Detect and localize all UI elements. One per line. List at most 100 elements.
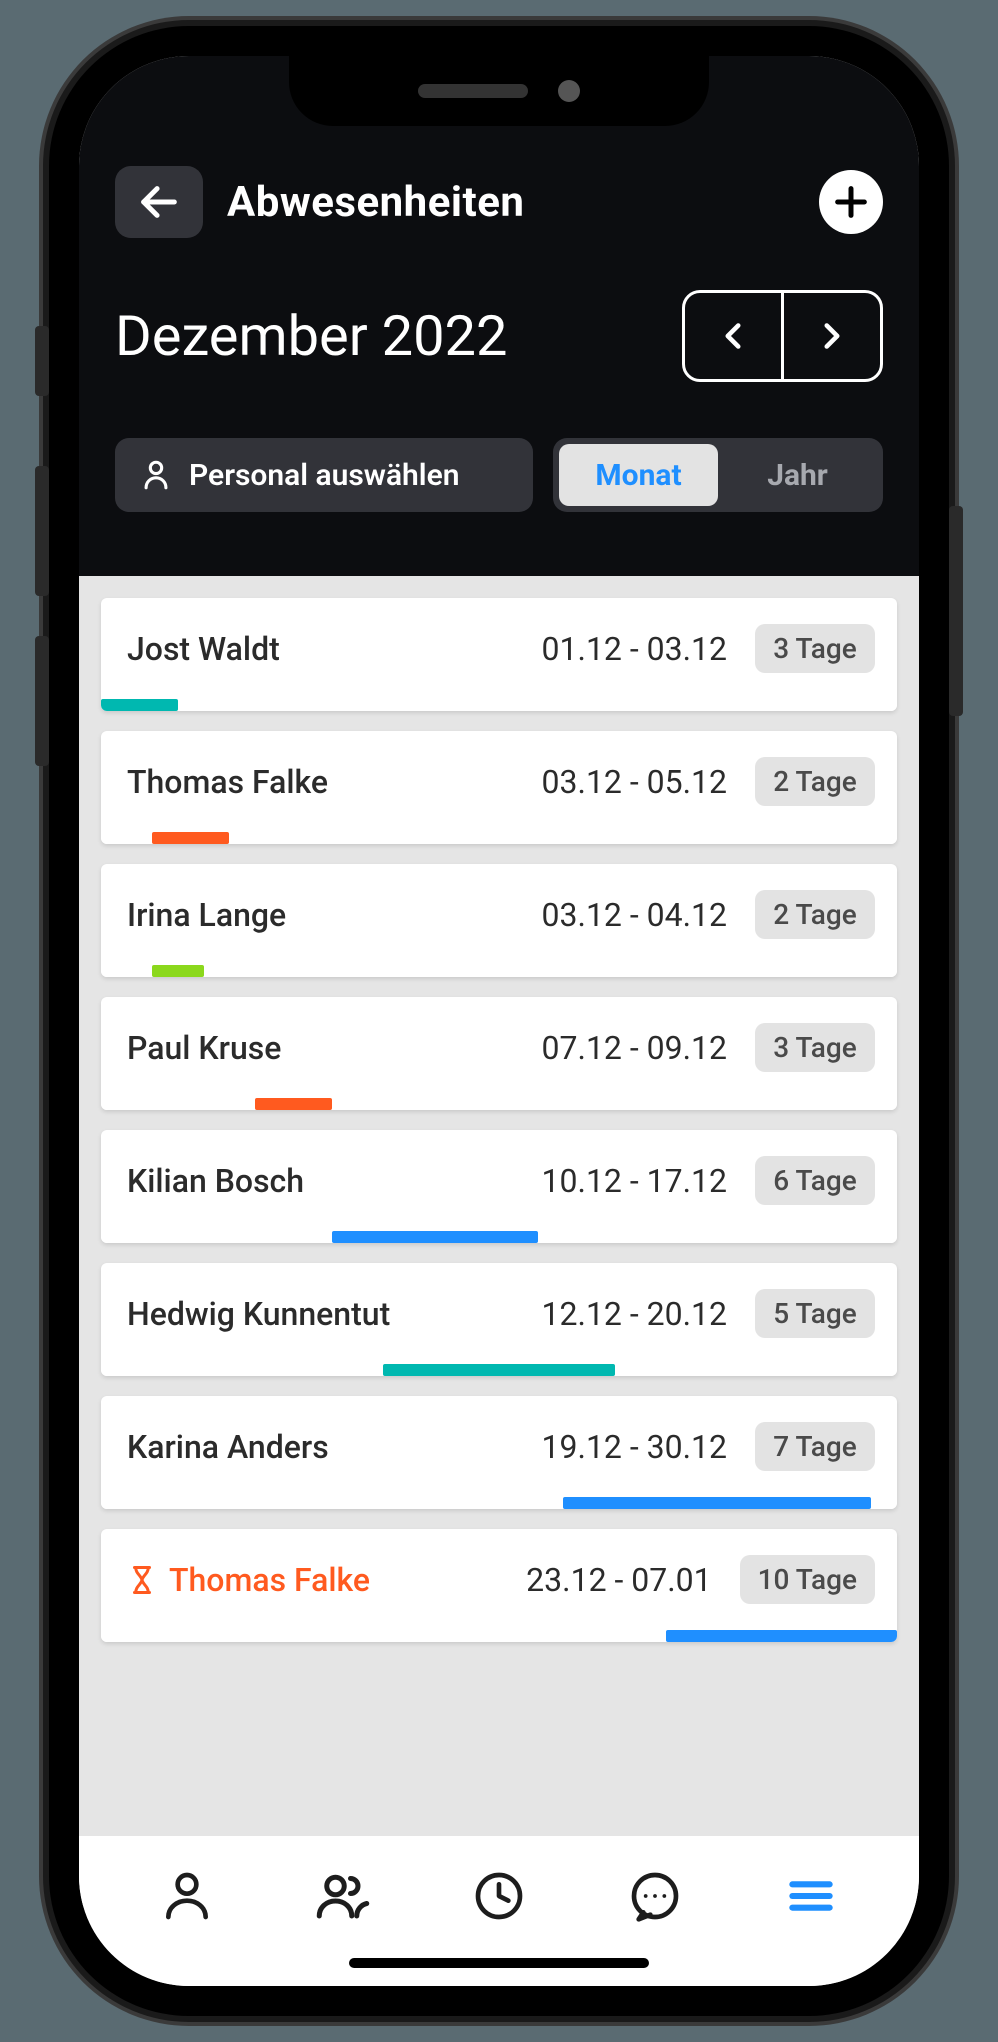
absence-row: Thomas Falke 23.12 - 07.01 10 Tage bbox=[101, 1529, 897, 1630]
absence-row: Kilian Bosch 10.12 - 17.12 6 Tage bbox=[101, 1130, 897, 1231]
volume-up bbox=[35, 466, 49, 596]
absence-days-badge: 2 Tage bbox=[755, 890, 875, 939]
absence-bar-track bbox=[101, 1098, 897, 1110]
absence-range: 12.12 - 20.12 bbox=[542, 1295, 727, 1333]
absence-name: Kilian Bosch bbox=[127, 1162, 304, 1200]
people-icon bbox=[313, 1866, 373, 1926]
absence-bar-track bbox=[101, 699, 897, 711]
person-icon bbox=[159, 1868, 215, 1924]
absence-bar bbox=[255, 1098, 332, 1110]
absence-name: Karina Anders bbox=[127, 1428, 329, 1466]
absence-bar-track bbox=[101, 832, 897, 844]
absence-range: 23.12 - 07.01 bbox=[526, 1561, 711, 1599]
absence-name: Thomas Falke bbox=[127, 1561, 370, 1599]
absence-list: Jost Waldt 01.12 - 03.12 3 Tage Thomas Falk… bbox=[79, 576, 919, 1782]
absence-range: 03.12 - 04.12 bbox=[542, 896, 727, 934]
absence-bar-track bbox=[101, 965, 897, 977]
absence-days-badge: 2 Tage bbox=[755, 757, 875, 806]
absence-card[interactable]: Thomas Falke 03.12 - 05.12 2 Tage bbox=[101, 731, 897, 844]
nav-time[interactable] bbox=[459, 1856, 539, 1936]
absence-bar-track bbox=[101, 1364, 897, 1376]
absence-card[interactable]: Irina Lange 03.12 - 04.12 2 Tage bbox=[101, 864, 897, 977]
absence-range: 07.12 - 09.12 bbox=[542, 1029, 727, 1067]
absence-name-text: Kilian Bosch bbox=[127, 1162, 304, 1200]
filter-bar: Personal auswählen Monat Jahr bbox=[115, 438, 883, 512]
month-label: Dezember 2022 bbox=[115, 303, 508, 369]
absence-bar bbox=[563, 1497, 871, 1509]
nav-chat[interactable] bbox=[615, 1856, 695, 1936]
phone-frame: Abwesenheiten Dezember 2022 bbox=[49, 26, 949, 2016]
plus-icon bbox=[831, 182, 871, 222]
absence-bar bbox=[332, 1231, 537, 1243]
absence-range: 19.12 - 30.12 bbox=[542, 1428, 727, 1466]
absence-bar bbox=[152, 965, 203, 977]
absence-name: Irina Lange bbox=[127, 896, 286, 934]
absence-bar bbox=[383, 1364, 614, 1376]
absence-name: Jost Waldt bbox=[127, 630, 280, 668]
view-segment: Monat Jahr bbox=[553, 438, 883, 512]
absence-days-badge: 5 Tage bbox=[755, 1289, 875, 1338]
absence-row: Irina Lange 03.12 - 04.12 2 Tage bbox=[101, 864, 897, 965]
absence-name: Hedwig Kunnentut bbox=[127, 1295, 390, 1333]
absence-name-text: Karina Anders bbox=[127, 1428, 329, 1466]
absence-range: 10.12 - 17.12 bbox=[542, 1162, 727, 1200]
home-indicator bbox=[349, 1958, 649, 1968]
chevron-right-icon bbox=[811, 315, 853, 357]
absence-card[interactable]: Paul Kruse07.12 - 09.123 Tage bbox=[101, 997, 897, 1110]
volume-down bbox=[35, 636, 49, 766]
segment-month[interactable]: Monat bbox=[559, 444, 718, 506]
absence-bar bbox=[152, 832, 229, 844]
hourglass-icon bbox=[127, 1565, 157, 1595]
prev-month-button[interactable] bbox=[685, 293, 781, 379]
absence-row: Jost Waldt 01.12 - 03.12 3 Tage bbox=[101, 598, 897, 699]
absence-days-badge: 7 Tage bbox=[755, 1422, 875, 1471]
absence-row: Paul Kruse07.12 - 09.123 Tage bbox=[101, 997, 897, 1098]
absence-name-text: Hedwig Kunnentut bbox=[127, 1295, 390, 1333]
person-icon bbox=[139, 458, 173, 492]
chevron-left-icon bbox=[712, 315, 754, 357]
screen: Abwesenheiten Dezember 2022 bbox=[79, 56, 919, 1986]
absence-days-badge: 10 Tage bbox=[740, 1555, 875, 1604]
back-button[interactable] bbox=[115, 166, 203, 238]
absence-card[interactable]: Karina Anders 19.12 - 30.12 7 Tage bbox=[101, 1396, 897, 1509]
page-title: Abwesenheiten bbox=[227, 178, 524, 227]
absence-name-text: Irina Lange bbox=[127, 896, 286, 934]
absence-name: Thomas Falke bbox=[127, 763, 328, 801]
absence-name-text: Paul Kruse bbox=[127, 1029, 281, 1067]
power-button bbox=[949, 506, 963, 716]
nav-menu[interactable] bbox=[771, 1856, 851, 1936]
arrow-left-icon bbox=[136, 179, 182, 225]
absence-bar bbox=[101, 699, 178, 711]
absence-bar bbox=[666, 1630, 897, 1642]
absence-range: 03.12 - 05.12 bbox=[542, 763, 727, 801]
add-button[interactable] bbox=[819, 170, 883, 234]
month-nav bbox=[682, 290, 883, 382]
absence-card[interactable]: Jost Waldt 01.12 - 03.12 3 Tage bbox=[101, 598, 897, 711]
absence-name-text: Thomas Falke bbox=[169, 1561, 370, 1599]
absence-row: Karina Anders 19.12 - 30.12 7 Tage bbox=[101, 1396, 897, 1497]
absence-range: 01.12 - 03.12 bbox=[542, 630, 727, 668]
clock-icon bbox=[471, 1868, 527, 1924]
speaker-grille bbox=[418, 84, 528, 98]
month-bar: Dezember 2022 bbox=[115, 290, 883, 382]
absence-row: Hedwig Kunnentut 12.12 - 20.12 5 Tage bbox=[101, 1263, 897, 1364]
title-bar: Abwesenheiten bbox=[115, 166, 883, 238]
absence-bar-track bbox=[101, 1497, 897, 1509]
select-personal-button[interactable]: Personal auswählen bbox=[115, 438, 533, 512]
next-month-button[interactable] bbox=[784, 293, 880, 379]
absence-days-badge: 3 Tage bbox=[755, 624, 875, 673]
absence-bar-track bbox=[101, 1231, 897, 1243]
absence-days-badge: 6 Tage bbox=[755, 1156, 875, 1205]
absence-name-text: Jost Waldt bbox=[127, 630, 280, 668]
absence-bar-track bbox=[101, 1630, 897, 1642]
absence-card[interactable]: Kilian Bosch 10.12 - 17.12 6 Tage bbox=[101, 1130, 897, 1243]
header: Abwesenheiten Dezember 2022 bbox=[79, 56, 919, 576]
nav-people[interactable] bbox=[303, 1856, 383, 1936]
segment-year[interactable]: Jahr bbox=[718, 444, 877, 506]
nav-person[interactable] bbox=[147, 1856, 227, 1936]
absence-card[interactable]: Thomas Falke 23.12 - 07.01 10 Tage bbox=[101, 1529, 897, 1642]
front-camera bbox=[558, 80, 580, 102]
absence-card[interactable]: Hedwig Kunnentut 12.12 - 20.12 5 Tage bbox=[101, 1263, 897, 1376]
select-personal-label: Personal auswählen bbox=[189, 458, 460, 493]
notch bbox=[289, 56, 709, 126]
